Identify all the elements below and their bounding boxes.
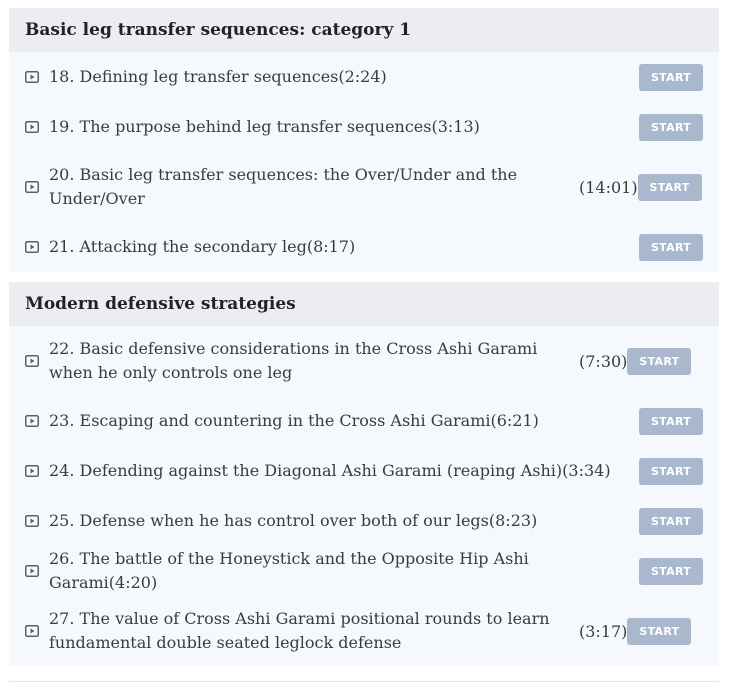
- lesson-title: 25. Defense when he has control over bot…: [49, 511, 538, 530]
- lesson-title: 26. The battle of the Honeystick and the…: [49, 549, 529, 592]
- lesson-item-22[interactable]: 22. Basic defensive considerations in th…: [9, 326, 719, 396]
- lesson-list: 22. Basic defensive considerations in th…: [9, 326, 719, 666]
- lesson-item-19[interactable]: 19. The purpose behind leg transfer sequ…: [9, 102, 719, 152]
- lesson-item-23[interactable]: 23. Escaping and countering in the Cross…: [9, 396, 719, 446]
- lesson-title: 23. Escaping and countering in the Cross…: [49, 411, 539, 430]
- lesson-title: 27. The value of Cross Ashi Garami posit…: [49, 609, 550, 652]
- start-button[interactable]: START: [639, 507, 703, 535]
- start-button[interactable]: START: [627, 617, 692, 645]
- start-button[interactable]: START: [639, 113, 703, 141]
- lesson-title: 22. Basic defensive considerations in th…: [49, 339, 538, 382]
- start-button[interactable]: START: [639, 457, 703, 485]
- start-button[interactable]: START: [637, 173, 702, 201]
- start-button[interactable]: START: [639, 233, 703, 261]
- divider: [9, 681, 719, 682]
- lesson-item-26[interactable]: 26. The battle of the Honeystick and the…: [9, 546, 719, 596]
- lesson-title: 24. Defending against the Diagonal Ashi …: [49, 461, 611, 480]
- lesson-item-27[interactable]: 27. The value of Cross Ashi Garami posit…: [9, 596, 719, 666]
- lesson-item-24[interactable]: 24. Defending against the Diagonal Ashi …: [9, 446, 719, 496]
- start-button[interactable]: START: [639, 63, 703, 91]
- section-modern-defensive: Modern defensive strategies 22. Basic de…: [9, 282, 719, 666]
- lesson-duration: (3:17): [579, 621, 628, 641]
- course-curriculum: Basic leg transfer sequences: category 1…: [9, 8, 719, 676]
- section-title: Modern defensive strategies: [9, 282, 719, 326]
- lesson-item-21[interactable]: 21. Attacking the secondary leg(8:17) ST…: [9, 222, 719, 272]
- lesson-title: 18. Defining leg transfer sequences(2:24…: [49, 67, 387, 86]
- start-button[interactable]: START: [639, 407, 703, 435]
- lesson-title: 20. Basic leg transfer sequences: the Ov…: [49, 165, 518, 208]
- lesson-item-20[interactable]: 20. Basic leg transfer sequences: the Ov…: [9, 152, 719, 222]
- start-button[interactable]: START: [627, 347, 692, 375]
- lesson-duration: (7:30): [579, 351, 628, 371]
- lesson-duration: (14:01): [579, 177, 638, 197]
- video-play-icon: [25, 625, 39, 637]
- video-play-icon: [25, 181, 39, 193]
- lesson-list: 18. Defining leg transfer sequences(2:24…: [9, 52, 719, 272]
- section-title: Basic leg transfer sequences: category 1: [9, 8, 719, 52]
- video-play-icon: [25, 515, 39, 527]
- video-play-icon: [25, 415, 39, 427]
- video-play-icon: [25, 465, 39, 477]
- section-basic-leg-transfer: Basic leg transfer sequences: category 1…: [9, 8, 719, 272]
- lesson-title: 21. Attacking the secondary leg(8:17): [49, 237, 356, 256]
- video-play-icon: [25, 355, 39, 367]
- video-play-icon: [25, 71, 39, 83]
- video-play-icon: [25, 565, 39, 577]
- lesson-item-18[interactable]: 18. Defining leg transfer sequences(2:24…: [9, 52, 719, 102]
- lesson-title: 19. The purpose behind leg transfer sequ…: [49, 117, 480, 136]
- start-button[interactable]: START: [639, 557, 703, 585]
- lesson-item-25[interactable]: 25. Defense when he has control over bot…: [9, 496, 719, 546]
- video-play-icon: [25, 121, 39, 133]
- video-play-icon: [25, 241, 39, 253]
